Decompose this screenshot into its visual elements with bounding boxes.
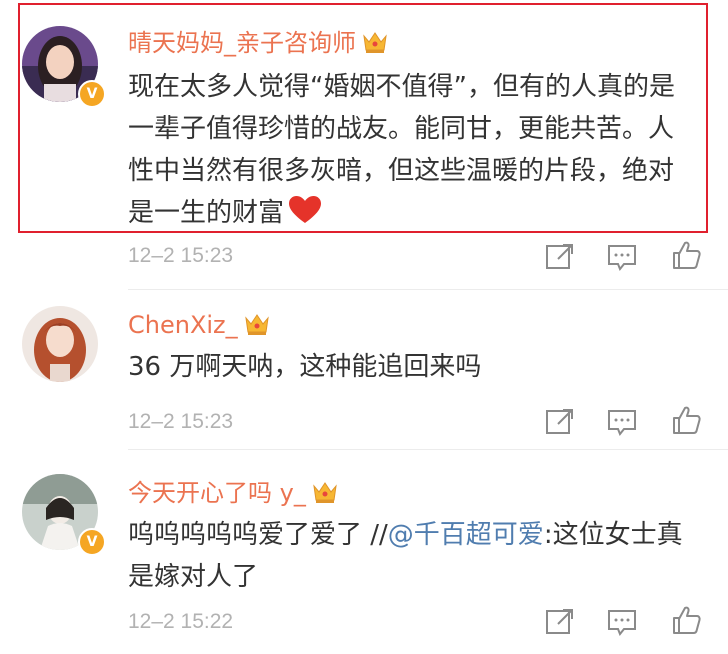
share-icon[interactable] xyxy=(544,406,576,438)
username[interactable]: ChenXiz_ xyxy=(128,310,270,343)
crown-icon xyxy=(362,30,388,61)
like-icon[interactable] xyxy=(670,239,702,271)
comment-item: ChenXiz_ 36 万啊天呐，这种能追回来吗 12–2 15:23 xyxy=(0,290,728,450)
comment-icon[interactable] xyxy=(606,241,638,273)
comment-item: V 晴天妈妈_亲子咨询师 现在太多人觉得“婚姻不值得”，但有的人真的是一辈子值得… xyxy=(0,0,728,290)
comment-item: V 今天开心了吗 y_ 呜呜呜呜呜爱了爱了 //@千百超可爱:这位女士真是嫁对人… xyxy=(0,450,728,654)
comment-text: 现在太多人觉得“婚姻不值得”，但有的人真的是一辈子值得珍惜的战友。能同甘，更能共… xyxy=(128,66,688,238)
username[interactable]: 今天开心了吗 y_ xyxy=(128,478,338,511)
comment-text: 36 万啊天呐，这种能追回来吗 xyxy=(128,352,482,382)
share-icon[interactable] xyxy=(544,241,576,273)
username[interactable]: 晴天妈妈_亲子咨询师 xyxy=(128,28,388,61)
crown-icon xyxy=(244,312,270,343)
like-icon[interactable] xyxy=(670,404,702,436)
verified-badge-icon: V xyxy=(78,528,106,556)
share-icon[interactable] xyxy=(544,606,576,638)
timestamp: 12–2 15:23 xyxy=(128,410,234,433)
username-label: ChenXiz_ xyxy=(128,311,238,339)
avatar[interactable] xyxy=(22,306,98,382)
crown-icon xyxy=(312,480,338,511)
mention-link[interactable]: @千百超可爱 xyxy=(388,520,544,550)
comment-icon[interactable] xyxy=(606,606,638,638)
username-label: 今天开心了吗 y_ xyxy=(128,479,306,507)
like-icon[interactable] xyxy=(670,604,702,636)
verified-badge-icon: V xyxy=(78,80,106,108)
red-heart-icon xyxy=(288,195,322,238)
comment-icon[interactable] xyxy=(606,406,638,438)
username-label: 晴天妈妈_亲子咨询师 xyxy=(128,29,356,57)
comment-text: 呜呜呜呜呜爱了爱了 //@千百超可爱:这位女士真是嫁对人了 xyxy=(128,520,683,592)
timestamp: 12–2 15:23 xyxy=(128,244,234,267)
timestamp: 12–2 15:22 xyxy=(128,610,234,633)
